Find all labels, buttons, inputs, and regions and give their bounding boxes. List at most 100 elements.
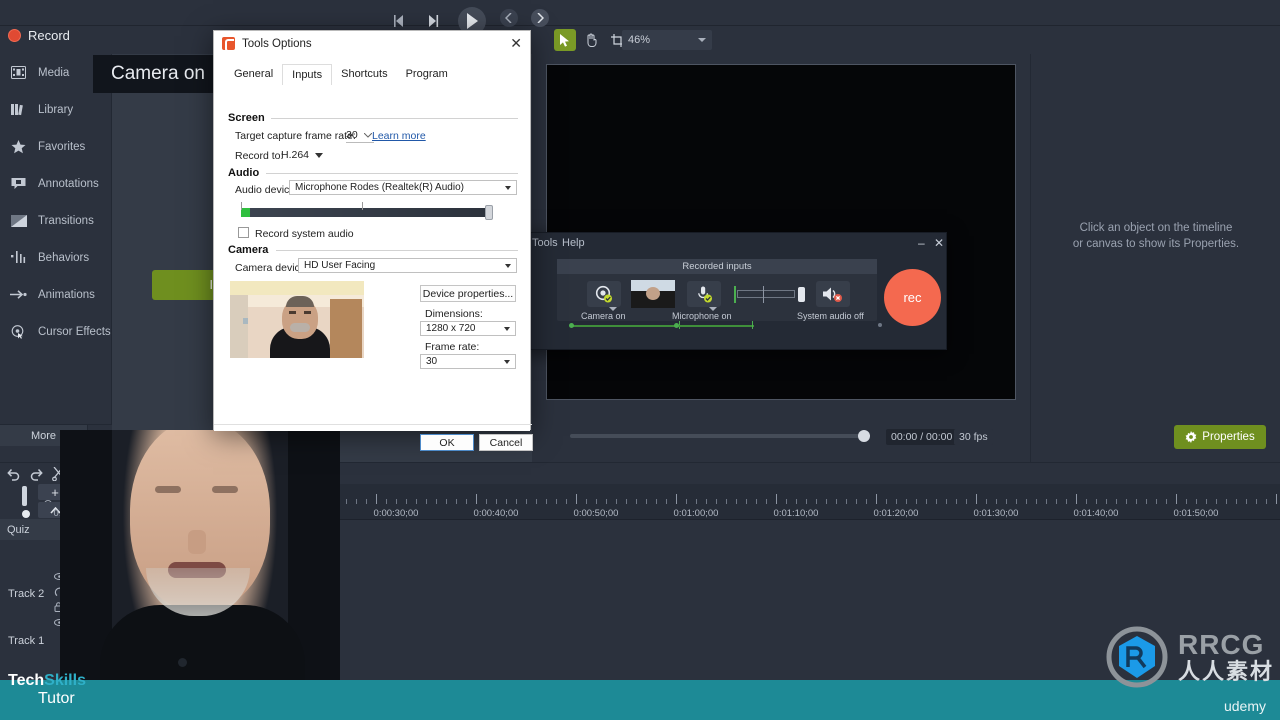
tab-shortcuts[interactable]: Shortcuts: [332, 64, 396, 85]
logo-tech: Tech: [8, 672, 45, 689]
tab-inputs[interactable]: Inputs: [282, 64, 333, 85]
dimensions-value: 1280 x 720: [426, 323, 476, 334]
ruler-tick: [1016, 499, 1017, 504]
ruler-tick: [356, 499, 357, 504]
redo-icon[interactable]: [27, 465, 45, 483]
audio-group-label: Audio: [228, 167, 260, 179]
record-system-audio-checkbox[interactable]: [238, 227, 249, 238]
sidebar-item-animations[interactable]: Animations: [0, 276, 111, 313]
hand-icon[interactable]: [580, 29, 602, 51]
ruler-tick: [526, 499, 527, 504]
logo-tutor: Tutor: [38, 690, 75, 707]
ruler-tick: [996, 499, 997, 504]
dialog-title: Tools Options: [242, 37, 312, 50]
ruler-tick: [716, 499, 717, 504]
properties-button[interactable]: Properties: [1174, 425, 1266, 449]
properties-button-label: Properties: [1202, 431, 1255, 443]
behaviors-icon: [9, 251, 28, 264]
ruler-tick: [966, 499, 967, 504]
screen-group-label: Screen: [228, 112, 265, 124]
sidebar-item-annotations[interactable]: Annotations: [0, 165, 111, 202]
sidebar-item-favorites[interactable]: Favorites: [0, 128, 111, 165]
ruler-tick: [836, 499, 837, 504]
device-properties-button[interactable]: Device properties...: [420, 285, 516, 302]
sidebar-item-cursor-effects[interactable]: Cursor Effects: [0, 313, 111, 350]
sidebar-item-library[interactable]: Library: [0, 91, 111, 128]
seek-handle[interactable]: [858, 430, 870, 442]
tab-program[interactable]: Program: [397, 64, 457, 85]
camera-toggle-button[interactable]: [587, 281, 621, 307]
ruler-tick: [1036, 499, 1037, 504]
sidebar-item-behaviors[interactable]: Behaviors: [0, 239, 111, 276]
target-frame-rate-select[interactable]: 30: [346, 129, 374, 143]
microphone-toggle-button[interactable]: [687, 281, 721, 307]
ruler-tick: [676, 494, 677, 504]
ruler-tick: [506, 499, 507, 504]
ruler-tick: [1126, 499, 1127, 504]
film-strip-icon: [9, 66, 28, 79]
next-frame-button[interactable]: [426, 14, 440, 28]
ruler-tick: [376, 494, 377, 504]
previous-frame-button[interactable]: [392, 14, 406, 28]
audio-level-handle[interactable]: [485, 205, 493, 220]
cancel-button[interactable]: Cancel: [479, 434, 533, 451]
dialog-footer-divider: [214, 424, 532, 425]
menu-help[interactable]: Help: [562, 237, 585, 249]
audio-level-slider[interactable]: [241, 208, 489, 217]
sidebar-item-label: Behaviors: [38, 251, 90, 264]
camera-icon: [595, 285, 612, 303]
next-marker-button[interactable]: [531, 9, 549, 27]
close-icon[interactable]: ✕: [934, 236, 944, 250]
ruler-tick: [566, 499, 567, 504]
learn-more-link[interactable]: Learn more: [372, 130, 426, 142]
mic-level-slider[interactable]: [734, 286, 795, 303]
minimize-icon[interactable]: –: [918, 236, 925, 250]
ruler-tick: [1076, 494, 1077, 504]
camera-frame-rate-select[interactable]: 30: [420, 354, 516, 369]
audio-device-select[interactable]: Microphone Rodes (Realtek(R) Audio): [289, 180, 517, 195]
sidebar-item-label: Cursor Effects: [38, 325, 111, 338]
system-audio-toggle-button[interactable]: [816, 281, 850, 307]
ruler-tick: [1006, 499, 1007, 504]
undo-icon[interactable]: [5, 465, 23, 483]
dimensions-select[interactable]: 1280 x 720: [420, 321, 516, 336]
camera-device-select[interactable]: HD User Facing: [298, 258, 517, 273]
mic-level-handle[interactable]: [798, 287, 805, 302]
ok-button[interactable]: OK: [420, 434, 474, 451]
zoom-level-select[interactable]: 46%: [622, 30, 712, 50]
library-icon: [9, 103, 28, 116]
ruler-tick: [1066, 499, 1067, 504]
record-button[interactable]: Record: [8, 28, 70, 43]
ruler-label: 0:01:20;00: [873, 508, 919, 519]
rrcg-logo-icon: [1106, 626, 1168, 688]
ruler-tick: [1266, 499, 1267, 504]
left-sidebar: Media Library Favorites Annotations Tran…: [0, 54, 112, 464]
sidebar-item-transitions[interactable]: Transitions: [0, 202, 111, 239]
tab-general[interactable]: General: [225, 64, 282, 85]
seek-bar[interactable]: [570, 434, 870, 438]
ruler-label: 0:00:40;00: [473, 508, 519, 519]
sidebar-item-label: Annotations: [38, 177, 99, 190]
pointer-icon[interactable]: [554, 29, 576, 51]
animations-icon: [9, 289, 28, 300]
ruler-tick: [1136, 499, 1137, 504]
properties-panel: Click an object on the timeline or canva…: [1030, 54, 1280, 464]
track-1-label: Track 1: [8, 635, 45, 647]
ruler-tick: [396, 499, 397, 504]
menu-tools[interactable]: Tools: [532, 237, 558, 249]
previous-marker-button[interactable]: [500, 9, 518, 27]
ruler-tick: [1276, 494, 1277, 504]
ruler-tick: [556, 499, 557, 504]
mic-level-dot: [674, 323, 679, 328]
presenter-webcam-overlay: [60, 430, 340, 720]
volume-handle[interactable]: [22, 486, 27, 506]
ruler-tick: [546, 499, 547, 504]
record-to-select[interactable]: H.264: [281, 149, 329, 162]
rec-button[interactable]: rec: [884, 269, 941, 326]
ruler-tick: [866, 499, 867, 504]
ruler-tick: [736, 499, 737, 504]
audio-level-fill: [241, 208, 250, 217]
quiz-label: Quiz: [7, 523, 30, 536]
camera-frame-rate-chevron-icon: [504, 359, 510, 364]
dialog-close-button[interactable]: ✕: [510, 35, 522, 52]
